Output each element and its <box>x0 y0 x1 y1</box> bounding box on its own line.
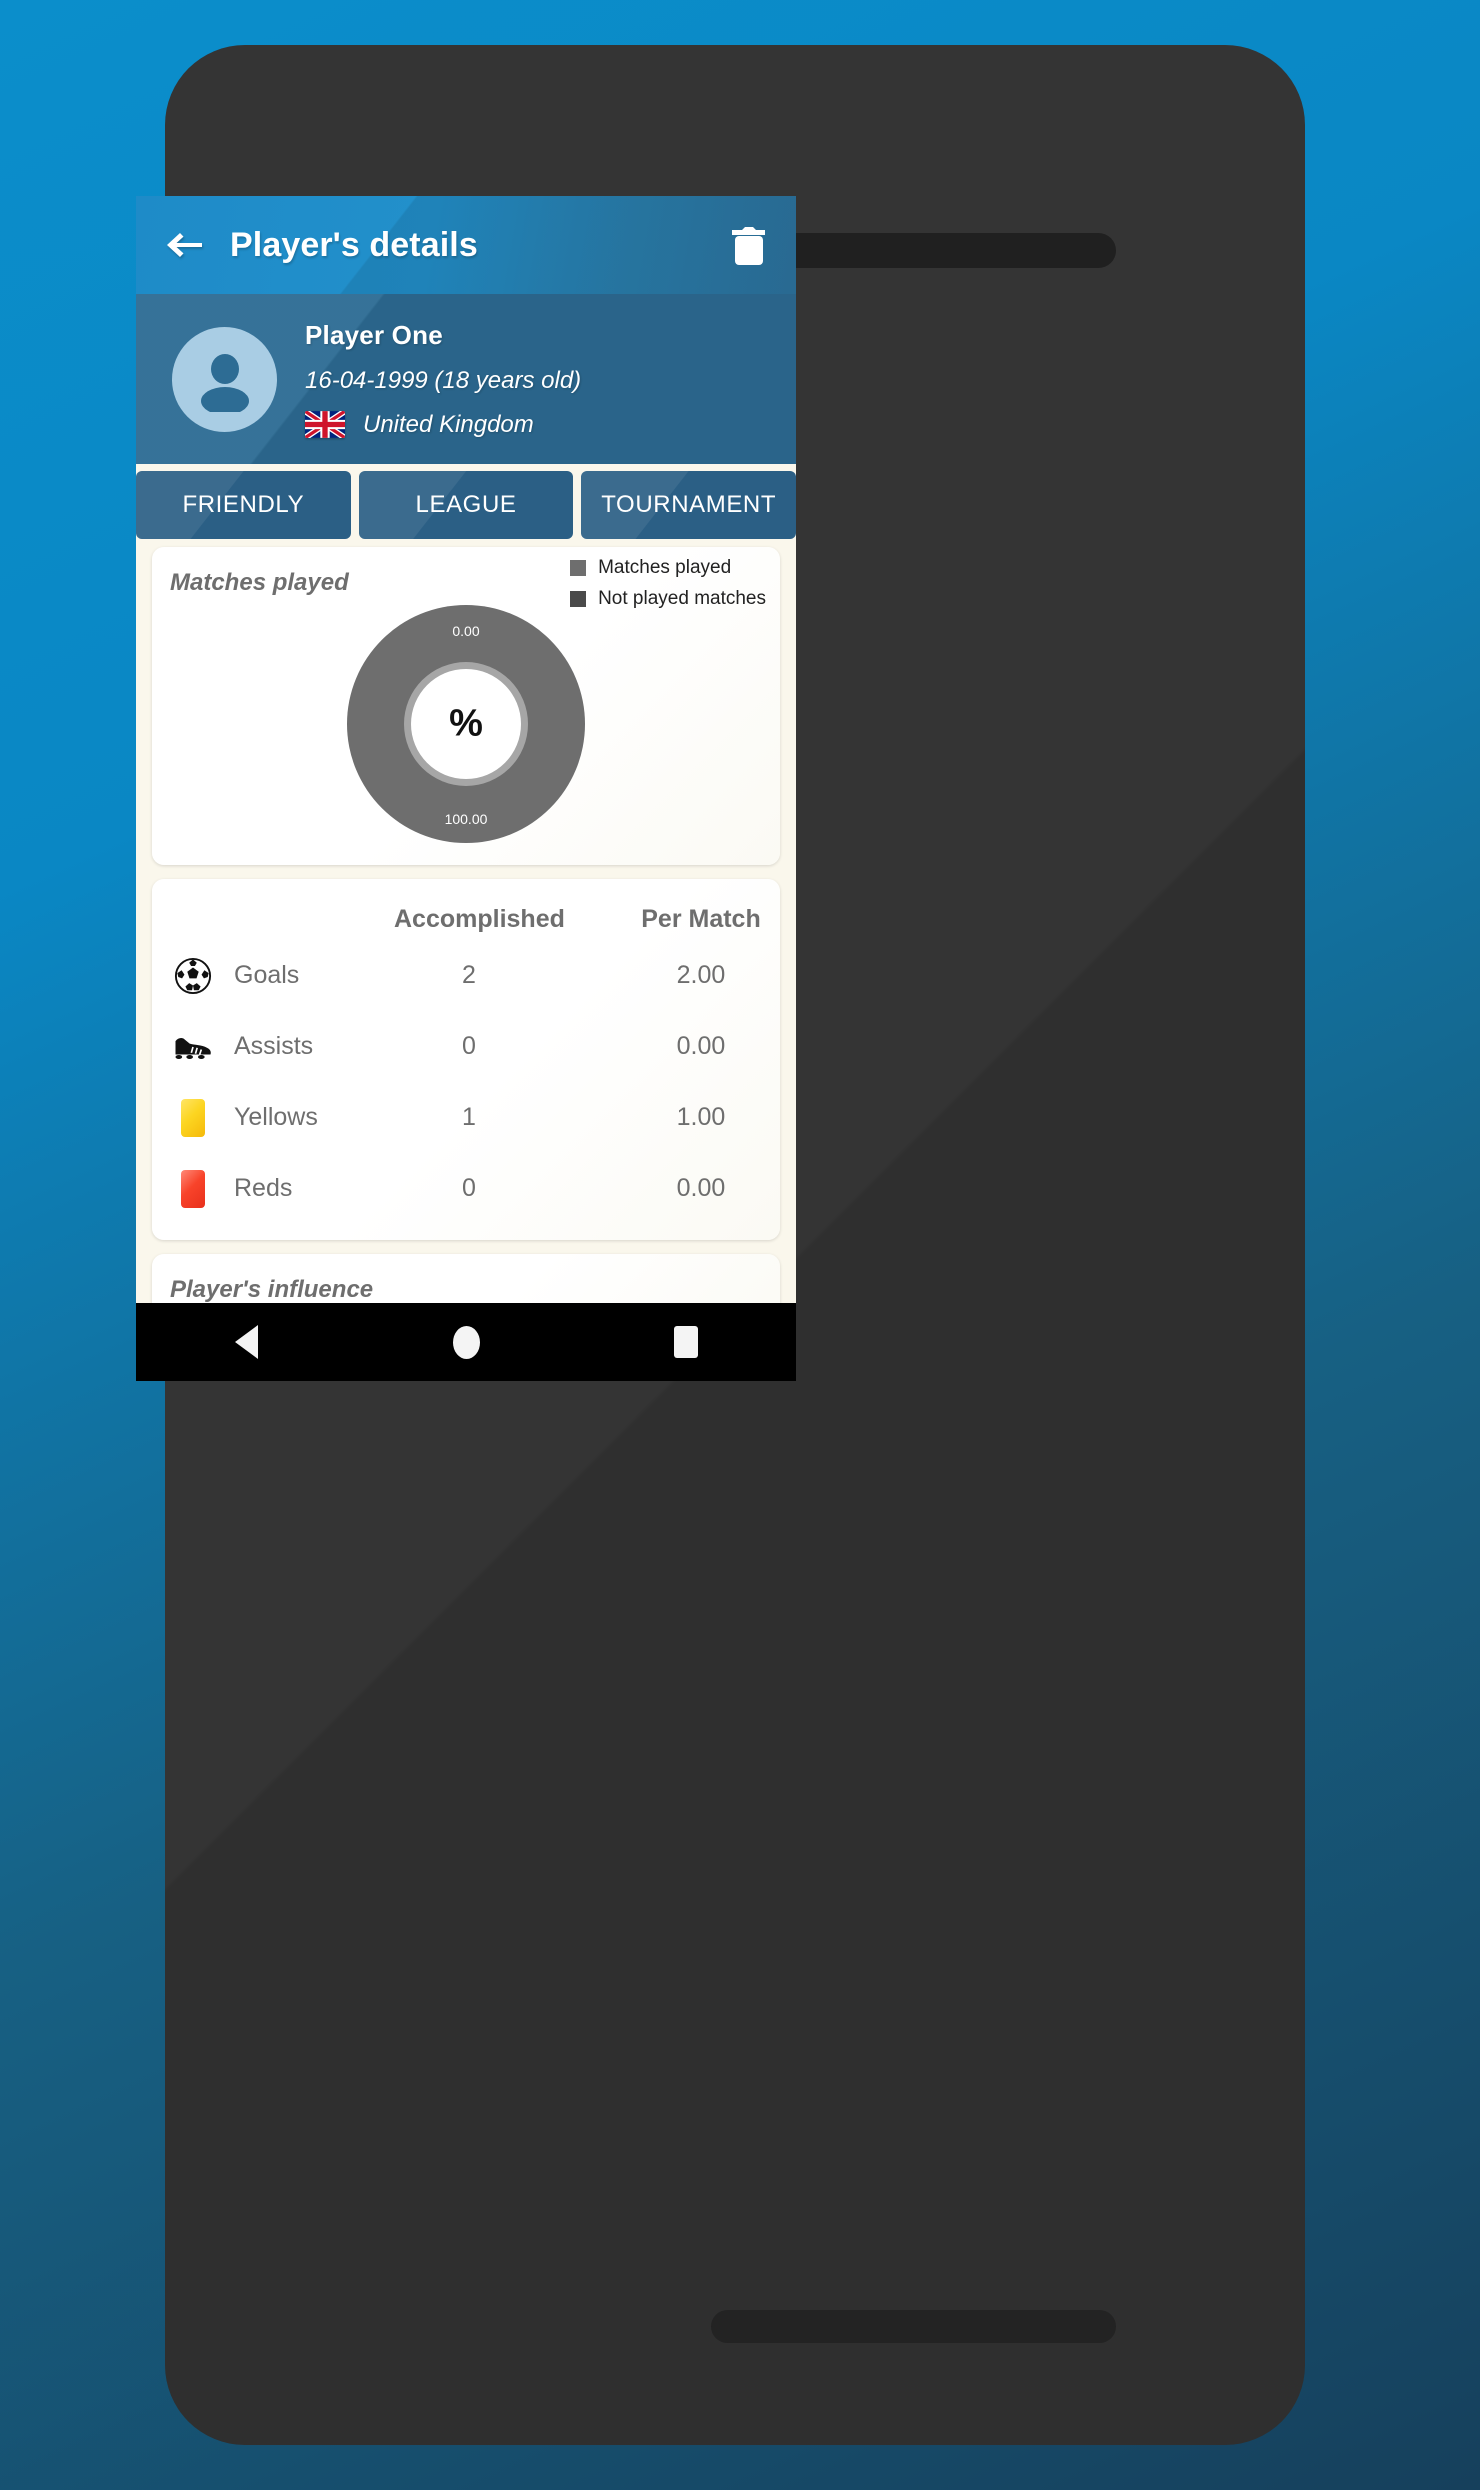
nav-home-button[interactable] <box>421 1312 511 1372</box>
page-title: Player's details <box>230 225 478 264</box>
tab-tournament-label: TOURNAMENT <box>601 491 777 518</box>
android-nav-bar <box>136 1303 796 1381</box>
phone-screen: Player's details Player One 16-04-1999 (… <box>136 196 796 1381</box>
stats-header-spacer <box>544 905 616 934</box>
player-country: United Kingdom <box>363 410 534 438</box>
stat-accomplished-reds: 0 <box>462 1174 476 1202</box>
donut-value-bottom: 100.00 <box>444 811 488 827</box>
legend-item-matches-played: Matches played <box>570 557 766 579</box>
table-row[interactable]: Goals 2 2.00 <box>152 940 780 1011</box>
soccer-ball-icon <box>152 957 234 995</box>
stat-label-goals: Goals <box>234 961 300 989</box>
stats-header-accomplished: Accomplished <box>394 905 565 933</box>
trash-icon <box>732 227 765 265</box>
tab-league-label: LEAGUE <box>415 491 517 518</box>
stat-per-match-goals: 2.00 <box>676 961 726 989</box>
nav-home-icon <box>452 1325 480 1359</box>
soccer-boot-icon <box>152 1033 234 1061</box>
nav-back-button[interactable] <box>201 1312 291 1372</box>
player-country-row: United Kingdom <box>305 411 581 439</box>
stat-per-match-assists: 0.00 <box>676 1032 726 1060</box>
player-birth-date: 16-04-1999 (18 years old) <box>305 366 582 394</box>
stat-label-assists: Assists <box>234 1032 314 1060</box>
red-card-icon <box>152 1169 234 1208</box>
tab-league[interactable]: LEAGUE <box>358 471 574 539</box>
legend-label-matches-played: Matches played <box>598 557 732 578</box>
legend-label-not-played: Not played matches <box>598 588 766 609</box>
nav-recents-button[interactable] <box>641 1312 731 1372</box>
back-button[interactable] <box>160 221 208 269</box>
yellow-card-icon <box>152 1098 234 1137</box>
bottom-home-bar <box>711 2310 1116 2343</box>
donut-value-top: 0.00 <box>452 623 480 639</box>
player-name: Player One <box>305 319 443 350</box>
stat-label-reds: Reds <box>234 1174 293 1202</box>
donut-graphic[interactable]: 0.00 % 100.00 <box>347 605 585 843</box>
player-influence-title: Player's influence <box>170 1276 374 1303</box>
stat-label-yellows: Yellows <box>234 1103 318 1131</box>
uk-flag-icon <box>305 411 345 438</box>
legend-swatch-dark <box>570 591 587 607</box>
arrow-left-icon <box>167 233 202 257</box>
stat-per-match-reds: 0.00 <box>676 1174 726 1202</box>
table-row[interactable]: Yellows 1 1.00 <box>152 1082 780 1153</box>
player-meta: Player One 16-04-1999 (18 years old) Uni… <box>305 320 581 439</box>
delete-button[interactable] <box>724 217 774 273</box>
match-type-tabs: FRIENDLY LEAGUE TOURNAMENT <box>136 464 796 547</box>
matches-played-card: Matches played Matches played Not played… <box>152 547 780 865</box>
stat-accomplished-goals: 2 <box>462 961 476 989</box>
nav-back-icon <box>234 1325 258 1359</box>
table-row[interactable]: Assists 0 0.00 <box>152 1011 780 1082</box>
stats-card: Accomplished Per Match Goals 2 2.00 Assi… <box>152 879 780 1240</box>
tab-friendly-label: FRIENDLY <box>182 491 305 518</box>
person-avatar-icon <box>200 354 249 412</box>
avatar <box>172 326 277 432</box>
nav-recents-icon <box>674 1326 698 1358</box>
legend-item-not-played: Not played matches <box>570 588 766 610</box>
player-header: Player One 16-04-1999 (18 years old) Uni… <box>136 294 796 464</box>
stats-header-per-match: Per Match <box>641 905 761 933</box>
stat-per-match-yellows: 1.00 <box>676 1103 726 1131</box>
chart-legend: Matches played Not played matches <box>570 557 766 619</box>
stats-header-icon-col <box>152 905 234 934</box>
stats-header-name-col <box>234 905 394 934</box>
stats-header-row: Accomplished Per Match <box>152 879 780 940</box>
yellow-card-swatch <box>181 1098 205 1137</box>
tab-tournament[interactable]: TOURNAMENT <box>581 471 796 539</box>
donut-chart: 0.00 % 100.00 <box>152 597 780 843</box>
app-bar: Player's details <box>136 196 796 294</box>
stat-accomplished-yellows: 1 <box>462 1103 476 1131</box>
stat-accomplished-assists: 0 <box>462 1032 476 1060</box>
table-row[interactable]: Reds 0 0.00 <box>152 1153 780 1224</box>
legend-swatch-light <box>570 560 587 576</box>
red-card-swatch <box>181 1169 205 1208</box>
donut-center-label: % <box>449 702 483 745</box>
tab-friendly[interactable]: FRIENDLY <box>136 471 351 539</box>
